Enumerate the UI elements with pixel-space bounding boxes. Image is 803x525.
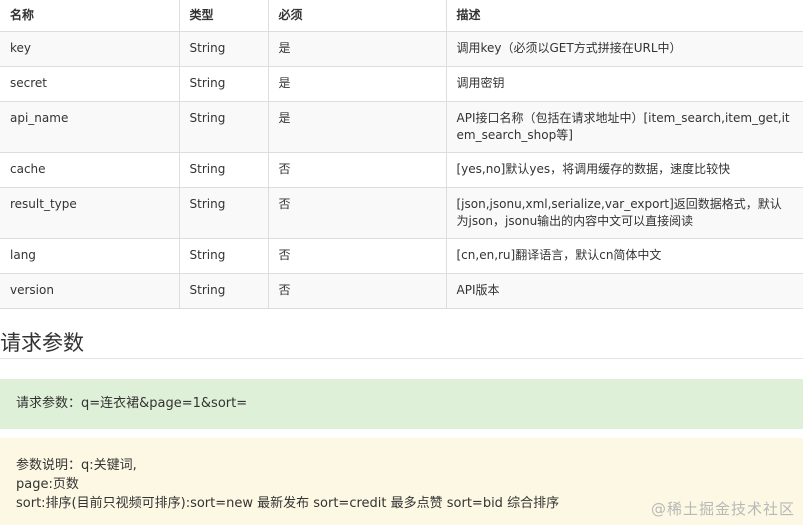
cell-required: 否: [268, 152, 447, 188]
cell-name: lang: [0, 238, 180, 274]
header-name: 名称: [0, 0, 180, 32]
parameters-table: 名称 类型 必须 描述 key String 是 调用key（必须以GET方式拼…: [0, 0, 803, 309]
cell-name: secret: [0, 66, 180, 102]
cell-type: String: [179, 187, 269, 239]
table-row: result_type String 否 [json,jsonu,xml,ser…: [0, 187, 803, 239]
cell-name: cache: [0, 152, 180, 188]
table-header-row: 名称 类型 必须 描述: [0, 0, 803, 32]
cell-required: 是: [268, 101, 447, 153]
cell-required: 否: [268, 273, 447, 309]
cell-description: API接口名称（包括在请求地址中）[item_search,item_get,i…: [446, 101, 803, 153]
cell-type: String: [179, 101, 269, 153]
cell-type: String: [179, 238, 269, 274]
header-required: 必须: [268, 0, 447, 32]
table-row: cache String 否 [yes,no]默认yes，将调用缓存的数据，速度…: [0, 152, 803, 188]
cell-description: API版本: [446, 273, 803, 309]
request-params-box: 请求参数：q=连衣裙&page=1&sort=: [0, 379, 803, 429]
section-heading: 请求参数: [0, 327, 803, 359]
document-page: 名称 类型 必须 描述 key String 是 调用key（必须以GET方式拼…: [0, 0, 803, 525]
table-row: key String 是 调用key（必须以GET方式拼接在URL中）: [0, 31, 803, 67]
explanation-line: page:页数: [16, 477, 79, 492]
cell-description: 调用密钥: [446, 66, 803, 102]
cell-required: 否: [268, 187, 447, 239]
cell-description: [json,jsonu,xml,serialize,var_export]返回数…: [446, 187, 803, 239]
cell-type: String: [179, 273, 269, 309]
cell-name: version: [0, 273, 180, 309]
header-description: 描述: [446, 0, 803, 32]
cell-type: String: [179, 152, 269, 188]
explanation-line: 参数说明：q:关键词,: [16, 458, 137, 473]
table-row: secret String 是 调用密钥: [0, 66, 803, 102]
cell-description: [yes,no]默认yes，将调用缓存的数据，速度比较快: [446, 152, 803, 188]
header-type: 类型: [179, 0, 269, 32]
cell-description: [cn,en,ru]翻译语言，默认cn简体中文: [446, 238, 803, 274]
cell-name: result_type: [0, 187, 180, 239]
table-row: api_name String 是 API接口名称（包括在请求地址中）[item…: [0, 101, 803, 153]
cell-required: 是: [268, 66, 447, 102]
cell-required: 否: [268, 238, 447, 274]
watermark: @稀土掘金技术社区: [650, 500, 795, 518]
cell-required: 是: [268, 31, 447, 67]
cell-name: key: [0, 31, 180, 67]
table-row: lang String 否 [cn,en,ru]翻译语言，默认cn简体中文: [0, 238, 803, 274]
cell-type: String: [179, 66, 269, 102]
cell-type: String: [179, 31, 269, 67]
table-row: version String 否 API版本: [0, 273, 803, 309]
cell-name: api_name: [0, 101, 180, 153]
cell-description: 调用key（必须以GET方式拼接在URL中）: [446, 31, 803, 67]
